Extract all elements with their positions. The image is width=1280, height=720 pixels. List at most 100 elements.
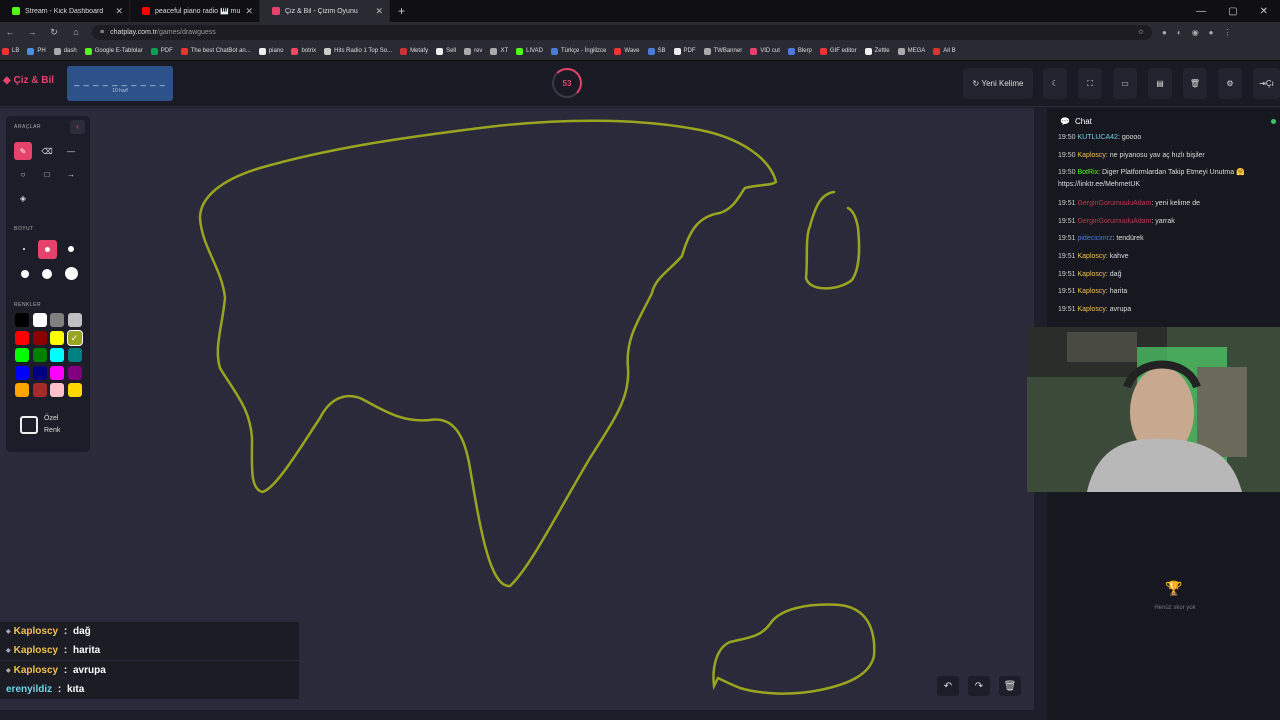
circle-tool[interactable]: ○ xyxy=(14,165,32,183)
keyboard-button[interactable]: ▭ xyxy=(1113,68,1137,99)
chat-user[interactable]: Kaploscy xyxy=(1077,306,1105,313)
close-icon[interactable]: ✕ xyxy=(375,6,383,17)
clear-canvas-button[interactable]: 🗑 xyxy=(999,676,1021,696)
bookmark-item[interactable]: TWBanner xyxy=(703,47,742,55)
color-swatch[interactable] xyxy=(15,365,29,380)
close-icon[interactable]: ✕ xyxy=(115,6,123,17)
drawing-canvas[interactable] xyxy=(0,108,1034,710)
star-icon[interactable]: ☆ xyxy=(1138,28,1144,36)
chat-user[interactable]: Kaploscy xyxy=(1077,271,1105,278)
color-swatch[interactable] xyxy=(32,348,47,362)
undo-button[interactable]: ↶ xyxy=(937,676,959,696)
profile-icon[interactable]: ● xyxy=(1209,28,1214,37)
bookmark-item[interactable]: VID cut xyxy=(750,47,780,55)
bookmark-item[interactable]: PDF xyxy=(150,47,173,55)
extension-icon[interactable]: ◐ xyxy=(1177,28,1182,37)
eraser-tool[interactable]: ⌫ xyxy=(38,142,56,160)
bookmark-item[interactable]: LB xyxy=(2,47,19,55)
color-swatch[interactable] xyxy=(15,313,29,327)
maximize-icon[interactable]: ▢ xyxy=(1228,6,1237,17)
bookmark-item[interactable]: LIVAD xyxy=(516,47,543,55)
size-option[interactable] xyxy=(21,270,29,278)
bookmark-item[interactable]: Hits Radio 1 Top So... xyxy=(324,47,392,55)
pen-tool[interactable]: ✎ xyxy=(14,142,32,160)
color-swatch[interactable] xyxy=(67,383,82,397)
bookmark-item[interactable]: Google E-Tablolar xyxy=(84,47,143,55)
color-swatch[interactable] xyxy=(15,383,29,397)
settings-button[interactable]: ⚙ xyxy=(1218,68,1242,99)
color-swatch[interactable] xyxy=(50,313,64,327)
color-swatch[interactable] xyxy=(50,330,64,345)
custom-color-button[interactable] xyxy=(20,416,38,434)
arrow-tool[interactable]: → xyxy=(62,165,80,183)
browser-tab[interactable]: peaceful piano radio 🎹 mu ✕ xyxy=(130,0,260,22)
chat-user[interactable]: pidecicimrz xyxy=(1077,235,1112,242)
color-swatch[interactable] xyxy=(32,365,47,380)
chat-user[interactable]: Kaploscy xyxy=(1077,288,1105,295)
size-option[interactable] xyxy=(65,267,78,280)
chat-user[interactable]: Kaploscy xyxy=(1077,152,1105,159)
bookmark-item[interactable]: Blerp xyxy=(787,47,812,55)
bookmark-item[interactable]: Sell xyxy=(436,47,456,55)
minimize-icon[interactable]: — xyxy=(1196,6,1206,17)
extension-icon[interactable]: ◉ xyxy=(1192,28,1199,37)
browser-tab[interactable]: Stream - Kick Dashboard ✕ xyxy=(0,0,130,22)
color-swatch[interactable] xyxy=(50,365,64,380)
bookmark-item[interactable]: SB xyxy=(647,47,666,55)
bookmark-item[interactable]: MEGA xyxy=(897,47,925,55)
line-tool[interactable]: — xyxy=(62,142,80,160)
bookmark-item[interactable]: Metafy xyxy=(400,47,428,55)
bookmark-item[interactable]: GIF editor xyxy=(819,47,857,55)
color-swatch[interactable] xyxy=(67,365,82,380)
back-icon[interactable]: ← xyxy=(4,27,16,37)
color-swatch[interactable] xyxy=(50,348,64,362)
bookmark-item[interactable]: rev xyxy=(464,47,482,55)
dark-mode-button[interactable]: ☾ xyxy=(1043,68,1067,99)
color-swatch[interactable] xyxy=(50,383,64,397)
layout-button[interactable]: ▤ xyxy=(1148,68,1172,99)
size-option[interactable] xyxy=(68,246,74,252)
exit-button[interactable]: ⇥ Çı xyxy=(1253,68,1280,99)
chat-user[interactable]: KUTLUCA42 xyxy=(1077,134,1117,141)
close-window-icon[interactable]: ✕ xyxy=(1260,6,1268,17)
bookmark-item[interactable]: PDF xyxy=(673,47,696,55)
close-icon[interactable]: ✕ xyxy=(245,6,253,17)
app-logo[interactable]: ◆ Çiz & Bil xyxy=(3,75,54,86)
bookmark-item[interactable]: Türkçe - İngilizce xyxy=(551,47,606,55)
chat-user[interactable]: Kaploscy xyxy=(1077,253,1105,260)
bookmark-item[interactable]: XT xyxy=(490,47,508,55)
fullscreen-button[interactable]: ⛶ xyxy=(1078,68,1102,99)
forward-icon[interactable]: → xyxy=(26,27,38,37)
chat-user[interactable]: GerginGorumuuluAdam xyxy=(1077,218,1151,225)
color-swatch[interactable] xyxy=(67,348,82,362)
browser-tab-active[interactable]: Çiz & Bil - Çizim Oyunu ✕ xyxy=(260,0,390,22)
color-swatch[interactable] xyxy=(15,330,29,345)
color-swatch[interactable]: ✓ xyxy=(66,329,83,346)
bookmark-item[interactable]: PH xyxy=(27,47,46,55)
bookmark-item[interactable]: dash xyxy=(53,47,77,55)
size-option-selected[interactable] xyxy=(38,240,57,259)
extension-icon[interactable]: ● xyxy=(1162,28,1167,37)
home-icon[interactable]: ⌂ xyxy=(70,27,82,37)
redo-button[interactable]: ↷ xyxy=(968,676,990,696)
collapse-panel-button[interactable]: ‹ xyxy=(70,120,85,134)
size-option[interactable] xyxy=(42,269,52,279)
size-option[interactable] xyxy=(23,248,25,250)
color-swatch[interactable] xyxy=(32,313,47,327)
menu-icon[interactable]: ⋮ xyxy=(1224,28,1232,37)
bookmark-item[interactable]: Zettle xyxy=(864,47,890,55)
clear-button[interactable]: 🗑 xyxy=(1183,68,1207,99)
site-info-icon[interactable]: ≡ xyxy=(100,29,104,36)
bookmark-item[interactable]: piano xyxy=(258,47,283,55)
bookmark-item[interactable]: Wave xyxy=(614,47,640,55)
color-swatch[interactable] xyxy=(67,313,82,327)
color-swatch[interactable] xyxy=(32,383,47,397)
fill-tool[interactable]: ◈ xyxy=(14,189,32,207)
chat-user[interactable]: GerginGorumuuluAdam xyxy=(1077,200,1151,207)
bookmark-item[interactable]: botrix xyxy=(291,47,316,55)
new-word-button[interactable]: ↻ Yeni Kelime xyxy=(963,68,1033,99)
url-input[interactable]: ≡ chatplay.com.tr/games/drawguess ☆ xyxy=(92,24,1152,40)
chat-user[interactable]: BotRix xyxy=(1077,169,1098,176)
new-tab-button[interactable]: + xyxy=(390,4,413,18)
reload-icon[interactable]: ↻ xyxy=(48,27,60,38)
